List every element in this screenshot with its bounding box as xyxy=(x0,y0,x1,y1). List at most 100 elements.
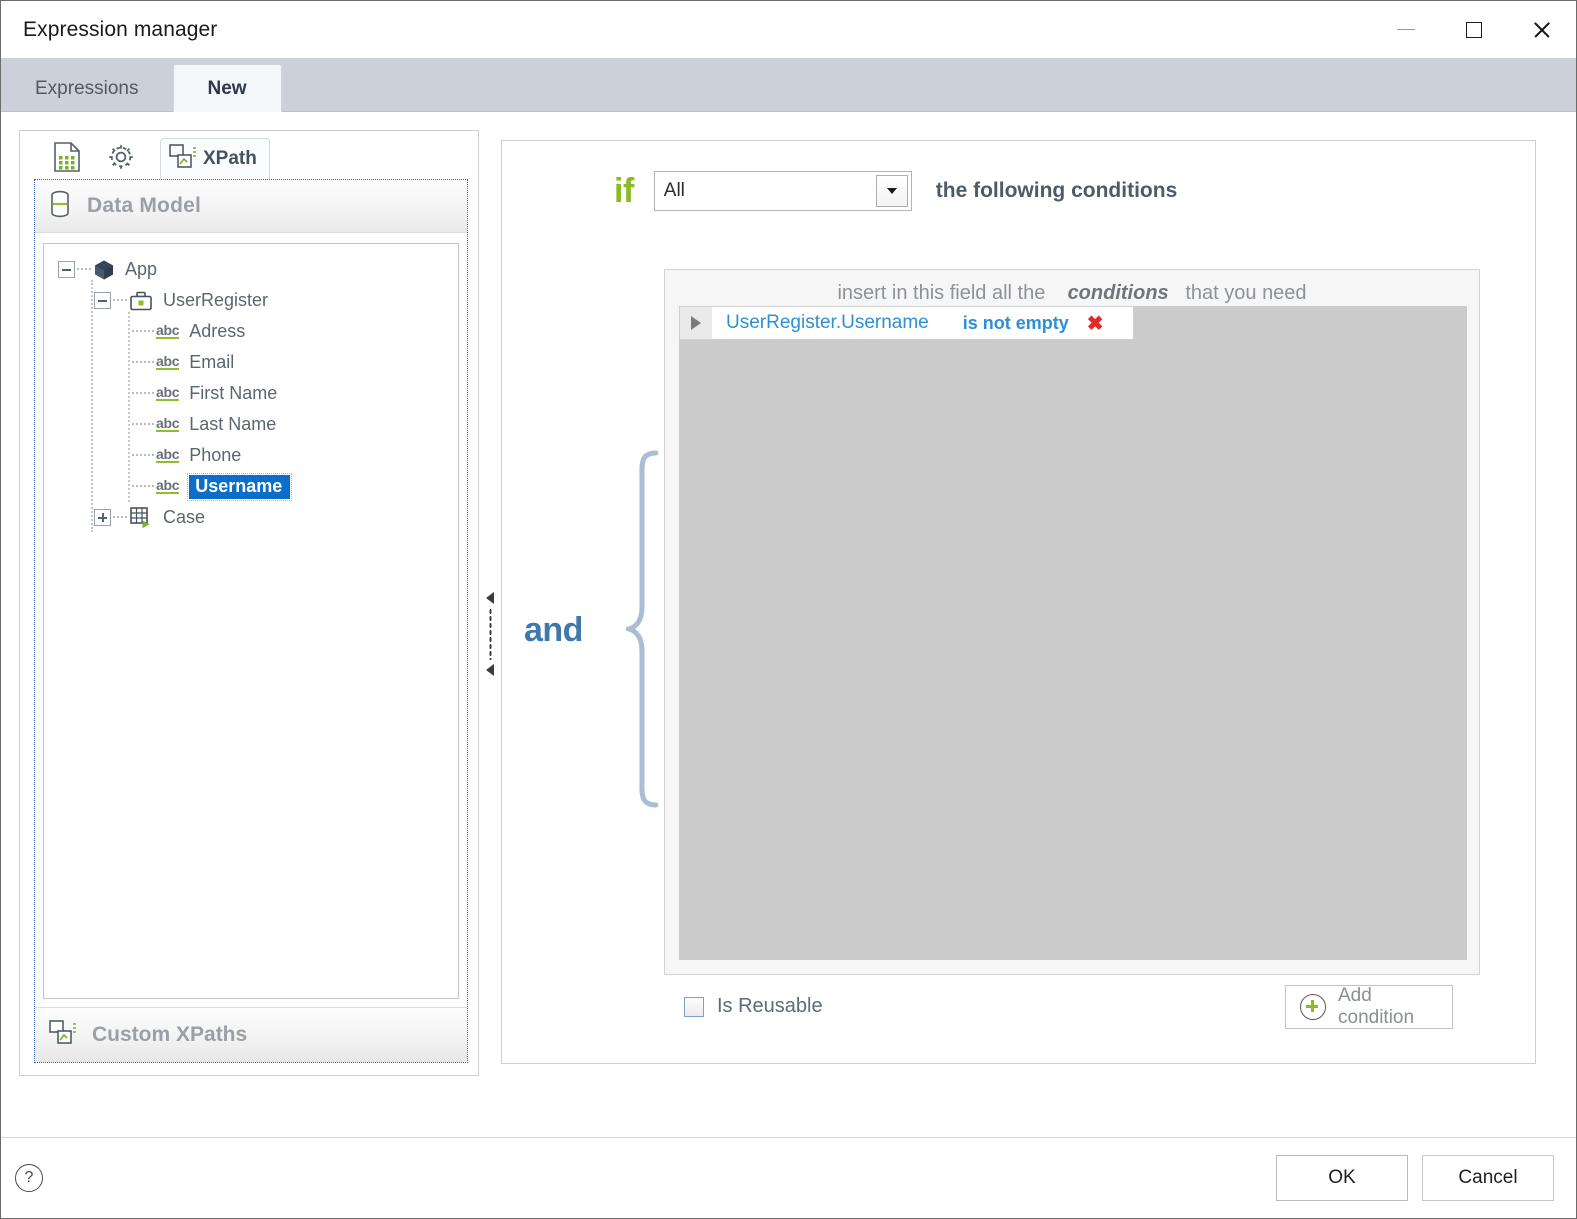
tree-item-label: Last Name xyxy=(189,414,277,434)
tree-connector xyxy=(132,423,154,426)
following-conditions-label: the following conditions xyxy=(935,179,1178,202)
tree-item-case[interactable]: Case xyxy=(44,502,458,533)
gear-icon[interactable] xyxy=(94,135,148,179)
minimize-button[interactable] xyxy=(1372,1,1440,58)
tree-item-label: Email xyxy=(189,352,235,372)
expander-icon[interactable] xyxy=(94,292,111,309)
tree-item-adress[interactable]: abc Adress xyxy=(44,316,458,347)
collapse-left-icon[interactable] xyxy=(486,591,494,604)
expander-icon[interactable] xyxy=(58,261,75,278)
tree-connector xyxy=(113,516,127,519)
question-mark-icon: ? xyxy=(24,1169,34,1186)
abc-icon: abc xyxy=(156,322,180,339)
tree-item-app[interactable]: App xyxy=(44,254,458,285)
chevron-down-icon xyxy=(886,188,897,194)
custom-xpaths-section[interactable]: Custom XPaths xyxy=(35,1007,467,1062)
add-condition-label: Add condition xyxy=(1338,985,1415,1028)
close-icon xyxy=(1532,20,1552,40)
abc-icon: abc xyxy=(156,477,180,494)
and-operator-label: and xyxy=(524,611,583,649)
chevron-right-icon xyxy=(691,316,701,330)
tree-connector xyxy=(132,392,154,395)
tree-item-email[interactable]: abc Email xyxy=(44,347,458,378)
condition-builder-footer: Is Reusable Add condition xyxy=(502,973,1535,1063)
if-label: if xyxy=(614,171,634,210)
tab-new[interactable]: New xyxy=(172,64,282,112)
tree-root: App UserRegister abc Adress abc Email ab… xyxy=(44,244,458,533)
condition-row[interactable]: UserRegister.Username is not empty ✖ xyxy=(679,306,1134,340)
tree-item-first-name[interactable]: abc First Name xyxy=(44,378,458,409)
cancel-button[interactable]: Cancel xyxy=(1422,1155,1554,1201)
window-controls xyxy=(1372,1,1576,58)
plus-circle-icon xyxy=(1300,994,1326,1020)
dialog-actions: OK Cancel xyxy=(1276,1155,1554,1201)
is-reusable-checkbox[interactable]: Is Reusable xyxy=(684,995,823,1018)
match-mode-value: All xyxy=(663,180,685,201)
tree-connector xyxy=(132,361,154,364)
condition-field[interactable]: UserRegister.Username xyxy=(726,312,929,334)
dialog-footer: ? OK Cancel xyxy=(1,1137,1576,1218)
cube-icon xyxy=(93,259,115,281)
data-grid-icon[interactable] xyxy=(40,135,94,179)
tree-item-username[interactable]: abc Username xyxy=(44,471,458,502)
conditions-drop-area[interactable]: UserRegister.Username is not empty ✖ xyxy=(679,306,1467,960)
main-content: XPath Data Model App UserRegister abc Ad… xyxy=(1,112,1576,1137)
dropdown-button[interactable] xyxy=(875,175,908,207)
maximize-button[interactable] xyxy=(1440,1,1508,58)
condition-operator[interactable]: is not empty xyxy=(963,313,1069,334)
title-bar: Expression manager xyxy=(1,1,1576,58)
tree-item-last-name[interactable]: abc Last Name xyxy=(44,409,458,440)
abc-icon: abc xyxy=(156,353,180,370)
tree-item-label: Case xyxy=(163,507,206,527)
data-model-tree[interactable]: App UserRegister abc Adress abc Email ab… xyxy=(43,243,459,999)
hint-before: insert in this field all the xyxy=(837,282,1046,304)
tree-connector xyxy=(132,454,154,457)
xpath-icon xyxy=(169,143,196,175)
splitter-grip-icon xyxy=(488,607,492,660)
abc-icon: abc xyxy=(156,415,180,432)
tab-expressions[interactable]: Expressions xyxy=(1,67,173,111)
expander-icon[interactable] xyxy=(94,509,111,526)
data-model-region: Data Model App UserRegister abc Adress a… xyxy=(34,179,468,1063)
checkbox-icon[interactable] xyxy=(684,996,704,1017)
tree-item-label: First Name xyxy=(189,383,278,403)
add-condition-button[interactable]: Add condition xyxy=(1285,985,1453,1029)
tree-item-label: UserRegister xyxy=(163,290,269,310)
conditions-hint: insert in this field all the conditions … xyxy=(665,282,1479,305)
help-button[interactable]: ? xyxy=(15,1164,43,1192)
left-panel: XPath Data Model App UserRegister abc Ad… xyxy=(19,130,479,1076)
panel-splitter[interactable] xyxy=(479,130,501,1137)
xpath-icon xyxy=(49,1019,76,1051)
match-mode-select[interactable]: All xyxy=(653,171,912,211)
ok-button[interactable]: OK xyxy=(1276,1155,1408,1201)
abc-icon: abc xyxy=(156,384,180,401)
conditions-container[interactable]: insert in this field all the conditions … xyxy=(664,269,1480,975)
data-model-header[interactable]: Data Model xyxy=(35,180,467,233)
hint-after: that you need xyxy=(1185,282,1307,304)
data-model-label: Data Model xyxy=(87,194,202,217)
xpath-tab-label: XPath xyxy=(203,148,257,169)
database-icon xyxy=(49,190,71,223)
maximize-icon xyxy=(1466,21,1482,38)
group-brace-icon xyxy=(619,449,662,809)
tree-item-label: App xyxy=(125,259,158,279)
tab-xpath[interactable]: XPath xyxy=(160,138,270,179)
abc-icon: abc xyxy=(156,446,180,463)
tree-connector xyxy=(132,330,154,333)
tree-item-label: Username xyxy=(187,472,293,501)
tree-item-phone[interactable]: abc Phone xyxy=(44,440,458,471)
tree-item-userregister[interactable]: UserRegister xyxy=(44,285,458,316)
splitter-handle[interactable] xyxy=(486,591,494,676)
tree-connector xyxy=(132,485,154,488)
window-title: Expression manager xyxy=(23,17,218,41)
tree-connector xyxy=(77,268,91,271)
collapse-left-icon-2[interactable] xyxy=(486,663,494,676)
tree-item-label: Phone xyxy=(189,445,242,465)
briefcase-icon xyxy=(129,290,153,312)
hint-emphasis: conditions xyxy=(1067,282,1169,304)
expand-condition-button[interactable] xyxy=(680,307,712,339)
left-toolbar: XPath xyxy=(20,131,478,179)
tree-connector xyxy=(113,299,127,302)
close-button[interactable] xyxy=(1508,1,1576,58)
delete-condition-icon[interactable]: ✖ xyxy=(1087,311,1104,336)
